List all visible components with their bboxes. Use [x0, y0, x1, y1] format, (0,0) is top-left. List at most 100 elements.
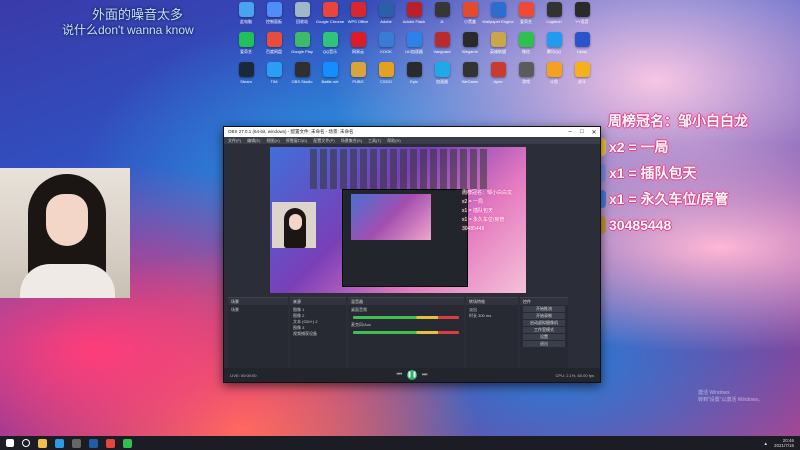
desktop-icon[interactable]: Battle.net — [316, 62, 344, 92]
desktop-icon[interactable]: 网易云 — [344, 32, 372, 62]
desktop-icon-label: Vanguard — [433, 49, 451, 54]
menu-scene-collection[interactable]: 场景集合(S) — [341, 138, 362, 144]
menu-tools[interactable]: 工具(T) — [368, 138, 381, 144]
mixer-channel-label: 桌面音频 — [351, 307, 367, 312]
desktop-icon[interactable]: Wegame — [456, 32, 484, 62]
obs-icon[interactable] — [72, 438, 81, 448]
desktop-icon[interactable]: 此电脑 — [232, 2, 260, 32]
obs-preview[interactable]: 周榜冠名：邹小白白龙 x2 = 一局 x1 = 插队包天 x1 = 永久车位/房… — [270, 147, 526, 293]
desktop-icon-label: 小黑盒 — [464, 19, 476, 24]
close-icon[interactable]: ✕ — [588, 129, 600, 136]
clock[interactable]: 20:46 2021/7/15 — [774, 438, 794, 448]
desktop-icon[interactable]: WeGame — [456, 62, 484, 92]
minimize-icon[interactable]: – — [564, 129, 576, 136]
menu-edit[interactable]: 编辑(E) — [247, 138, 260, 144]
desktop-icon[interactable]: UU加速器 — [400, 32, 428, 62]
steam-icon[interactable] — [89, 438, 98, 448]
desktop-icon[interactable]: 爱奇艺 — [512, 2, 540, 32]
mixer-dock[interactable]: 混音器 桌面音频 麦克风/Aux — [348, 297, 464, 368]
edge-icon[interactable] — [55, 438, 64, 448]
sources-dock[interactable]: 来源 图像 1 图像 2 文本 (GDI+) 2 图像 3 视频捕获设备 — [290, 297, 346, 368]
scene-item[interactable]: 场景 — [231, 307, 285, 313]
pause-icon[interactable]: ❚❚ — [407, 370, 417, 380]
menu-help[interactable]: 帮助(H) — [387, 138, 401, 144]
start-recording-button[interactable]: 开始录制 — [523, 313, 565, 319]
source-item[interactable]: 视频捕获设备 — [293, 331, 343, 337]
desktop-icon[interactable]: 微信 — [512, 32, 540, 62]
desktop-icon[interactable]: Adobe Flash — [400, 2, 428, 32]
desktop-icon[interactable]: Adobe — [372, 2, 400, 32]
lyric-line-2: 说什么don't wanna know — [62, 23, 194, 37]
desktop-icon-label: 微信 — [522, 49, 530, 54]
desktop-icon[interactable]: 百度网盘 — [260, 32, 288, 62]
desktop-icon[interactable]: Epic — [400, 62, 428, 92]
desktop-icon[interactable]: PUBG — [344, 62, 372, 92]
desktop-icon[interactable]: QQ音乐 — [316, 32, 344, 62]
virtual-camera-button[interactable]: 启动虚拟摄像机 — [523, 320, 565, 326]
system-tray: ▲ 20:46 2021/7/15 — [764, 438, 800, 448]
desktop-icon-label: Google Play — [291, 49, 313, 54]
settings-button[interactable]: 设置 — [523, 334, 565, 340]
exit-button[interactable]: 退出 — [523, 341, 565, 347]
desktop-icon[interactable]: 斗鱼 — [540, 62, 568, 92]
search-icon[interactable] — [22, 439, 30, 447]
desktop-icon[interactable]: Wallpaper Engine — [482, 2, 514, 32]
desktop-icon[interactable]: TIM — [260, 62, 288, 92]
obs-title-bar[interactable]: OBS 27.0.1 (64-bit, windows) - 配置文件: 未命名… — [224, 127, 600, 137]
volume-meter[interactable] — [353, 316, 459, 319]
desktop-icon[interactable]: 虎牙 — [568, 62, 596, 92]
desktop-icon[interactable]: Steam — [232, 62, 260, 92]
transitions-header: 转场特效 — [466, 298, 518, 305]
menu-docks[interactable]: 停靠窗口(D) — [286, 138, 308, 144]
transitions-dock[interactable]: 转场特效 淡出 时长 300 ms — [466, 297, 518, 368]
desktop-icon[interactable]: Apex — [484, 62, 512, 92]
desktop-icon[interactable]: 加速器 — [428, 62, 456, 92]
desktop-icon[interactable]: WPS Office — [344, 2, 372, 32]
maximize-icon[interactable]: □ — [576, 129, 588, 136]
desktop-icon[interactable]: Logitech — [540, 2, 568, 32]
start-icon[interactable] — [6, 439, 14, 447]
desktop-icon[interactable]: 腾讯QQ — [540, 32, 568, 62]
app-icon — [378, 2, 394, 17]
desktop-icon[interactable]: 回收站 — [288, 2, 316, 32]
sources-header: 来源 — [290, 298, 346, 305]
desktop-icon-label: 虎牙 — [578, 79, 586, 84]
desktop-icon[interactable]: CSGO — [372, 62, 400, 92]
desktop-icon[interactable]: Vanguard — [428, 32, 456, 62]
desktop-icon[interactable]: JL — [428, 2, 456, 32]
chrome-icon[interactable] — [106, 438, 115, 448]
next-icon[interactable]: ⏭ — [422, 372, 427, 379]
desktop-icon[interactable]: 小黑盒 — [456, 2, 484, 32]
controls-dock[interactable]: 控件 开始推流 开始录制 启动虚拟摄像机 工作室模式 设置 退出 — [520, 297, 568, 368]
obs-window-title: OBS 27.0.1 (64-bit, windows) - 配置文件: 未命名… — [228, 129, 354, 134]
desktop-icon[interactable]: YY语音 — [568, 2, 596, 32]
file-explorer-icon[interactable] — [38, 438, 47, 448]
obs-status-bar: LIVE: 00:00:00 ⏮ ❚❚ ⏭ CPU: 2.1%, 60.00 f… — [224, 368, 600, 382]
controls-header: 控件 — [520, 298, 568, 305]
desktop-icon[interactable]: 控制面板 — [260, 2, 288, 32]
previous-icon[interactable]: ⏮ — [397, 372, 402, 379]
scenes-dock[interactable]: 场景 场景 — [228, 297, 288, 368]
app-icon — [294, 32, 310, 47]
desktop-icon[interactable]: Google Play — [288, 32, 316, 62]
wechat-icon[interactable] — [123, 438, 132, 448]
studio-mode-button[interactable]: 工作室模式 — [523, 327, 565, 333]
start-streaming-button[interactable]: 开始推流 — [523, 306, 565, 312]
volume-meter[interactable] — [353, 331, 459, 334]
desktop-icon[interactable]: 爱奇艺 — [232, 32, 260, 62]
app-icon — [518, 62, 534, 77]
transition-duration[interactable]: 时长 300 ms — [469, 313, 515, 319]
desktop-icon[interactable]: KOOK — [372, 32, 400, 62]
desktop-icon[interactable]: 游戏 — [512, 62, 540, 92]
app-icon — [406, 62, 422, 77]
desktop-icon[interactable]: Uplay — [568, 32, 596, 62]
menu-profile[interactable]: 配置文件(P) — [313, 138, 334, 144]
desktop-icon[interactable]: Google Chrome — [316, 2, 344, 32]
stream-overlay: 周榜冠名：邹小白白龙 x2 = 一局 x1 = 插队包天 x1 = 永久车位/房… — [588, 108, 800, 238]
network-icon[interactable]: ▲ — [764, 441, 768, 446]
desktop-icon[interactable]: OBS Studio — [288, 62, 316, 92]
desktop-icon[interactable]: 英雄联盟 — [484, 32, 512, 62]
menu-file[interactable]: 文件(F) — [228, 138, 241, 144]
obs-window[interactable]: OBS 27.0.1 (64-bit, windows) - 配置文件: 未命名… — [223, 126, 601, 383]
menu-view[interactable]: 视图(V) — [266, 138, 279, 144]
